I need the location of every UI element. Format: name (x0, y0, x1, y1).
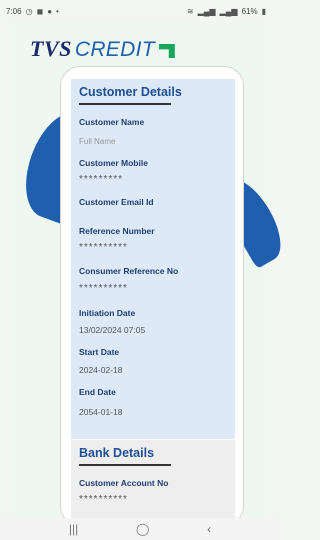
start-date-value: 2024-02-18 (79, 365, 123, 375)
notification-icon: ● (47, 6, 53, 16)
section-divider (79, 103, 171, 105)
customer-details-title: Customer Details (79, 85, 182, 99)
customer-mobile-value: ********* (79, 174, 124, 185)
battery-icon: ▮ (261, 6, 266, 16)
reference-number-value: ********** (79, 242, 128, 253)
customer-account-value: ********** (79, 494, 128, 505)
customer-mobile-label: Customer Mobile (79, 158, 148, 168)
end-date-value: 2054-01-18 (79, 407, 123, 417)
start-date-label: Start Date (79, 347, 120, 357)
section-divider (79, 464, 171, 466)
end-date-label: End Date (79, 387, 116, 397)
consumer-reference-label: Consumer Reference No (79, 266, 179, 276)
status-left: 7:06 ◷ ◼ ● • (6, 7, 59, 16)
status-bar: 7:06 ◷ ◼ ● • ≋ ▂▄▆ ▂▄▆ 61% ▮ (0, 0, 280, 22)
signal-icon: ▂▄▆ (219, 6, 238, 16)
logo-brand-suffix: CREDIT (74, 38, 155, 61)
recents-icon[interactable]: ||| (69, 522, 78, 536)
battery-level: 61% (241, 6, 258, 16)
system-nav-bar: ||| ◯ ‹ (0, 518, 280, 540)
notification-icon: ◼ (36, 6, 44, 16)
notification-icon: ◷ (25, 6, 33, 16)
customer-details-card: Customer Details Customer Name Full Name… (71, 79, 235, 439)
tvs-credit-logo: TVS CREDIT (30, 36, 175, 62)
logo-brand-prefix: TVS (30, 36, 72, 61)
status-right: ≋ ▂▄▆ ▂▄▆ 61% ▮ (187, 7, 266, 16)
customer-name-value: Full Name (79, 137, 116, 146)
signal-icon: ▂▄▆ (197, 6, 216, 16)
customer-name-label: Customer Name (79, 117, 145, 127)
initiation-date-label: Initiation Date (79, 308, 136, 318)
bank-details-card: Bank Details Customer Account No *******… (71, 440, 235, 525)
wifi-icon: ≋ (186, 6, 194, 16)
more-icon: • (56, 6, 59, 16)
logo-mark-icon (158, 44, 175, 58)
customer-email-label: Customer Email Id (79, 197, 154, 207)
status-time: 7:06 (6, 6, 22, 16)
initiation-date-value: 13/02/2024 07:05 (79, 325, 146, 335)
customer-account-label: Customer Account No (79, 478, 169, 488)
details-panel[interactable]: Customer Details Customer Name Full Name… (60, 66, 244, 526)
bank-details-title: Bank Details (79, 446, 155, 460)
consumer-reference-value: ********** (79, 283, 128, 294)
home-icon[interactable]: ◯ (136, 522, 149, 536)
reference-number-label: Reference Number (79, 226, 155, 236)
back-icon[interactable]: ‹ (207, 522, 211, 536)
